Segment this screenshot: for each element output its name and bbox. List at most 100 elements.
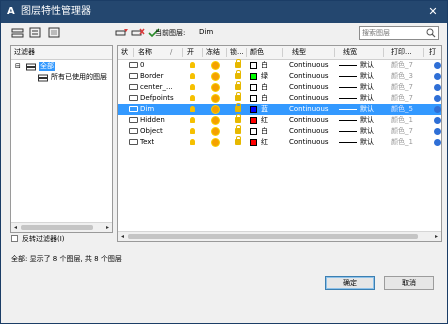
color-name[interactable]: 白: [261, 93, 268, 104]
lightbulb-icon[interactable]: [190, 62, 195, 68]
close-button[interactable]: ✕: [425, 4, 441, 20]
lineweight[interactable]: 默认: [360, 82, 374, 93]
lineweight[interactable]: 默认: [360, 137, 374, 148]
printer-icon[interactable]: [434, 62, 441, 69]
unlocked-icon[interactable]: [235, 59, 241, 68]
col-status[interactable]: 状: [121, 46, 128, 59]
unlocked-icon[interactable]: [235, 125, 241, 134]
color-swatch[interactable]: [250, 106, 257, 113]
plot-style[interactable]: 颜色_7: [391, 93, 413, 104]
printer-icon[interactable]: [434, 95, 441, 102]
layer-row[interactable]: 0 白 Continuous 默认 颜色_7: [118, 59, 441, 71]
tree-item-used-layers[interactable]: 所有已使用的图层: [51, 73, 107, 82]
printer-icon[interactable]: [434, 106, 441, 113]
search-input[interactable]: [362, 28, 422, 38]
unlocked-icon[interactable]: [235, 70, 241, 79]
lightbulb-icon[interactable]: [190, 84, 195, 90]
color-swatch[interactable]: [250, 84, 257, 91]
scroll-thumb[interactable]: [21, 225, 93, 230]
color-name[interactable]: 红: [261, 115, 268, 126]
tree-horizontal-scrollbar[interactable]: ◂ ▸: [11, 222, 112, 232]
color-swatch[interactable]: [250, 95, 257, 102]
printer-icon[interactable]: [434, 73, 441, 80]
linetype[interactable]: Continuous: [289, 126, 329, 137]
layer-row[interactable]: Hidden 红 Continuous 默认 颜色_1: [118, 114, 441, 126]
color-name[interactable]: 红: [261, 137, 268, 148]
col-on[interactable]: 开: [187, 46, 194, 59]
lightbulb-icon[interactable]: [190, 106, 195, 112]
layer-name[interactable]: Object: [140, 126, 163, 137]
plot-style[interactable]: 颜色_5: [391, 104, 413, 115]
linetype[interactable]: Continuous: [289, 60, 329, 71]
layer-states-manager-icon[interactable]: [47, 27, 61, 39]
new-layer-icon[interactable]: [115, 27, 129, 39]
printer-icon[interactable]: [434, 128, 441, 135]
linetype[interactable]: Continuous: [289, 71, 329, 82]
lightbulb-icon[interactable]: [190, 95, 195, 101]
color-swatch[interactable]: [250, 139, 257, 146]
plot-style[interactable]: 颜色_7: [391, 82, 413, 93]
lineweight[interactable]: 默认: [360, 115, 374, 126]
new-group-filter-icon[interactable]: [29, 27, 43, 39]
sun-icon[interactable]: [212, 84, 219, 91]
color-name[interactable]: 绿: [261, 71, 268, 82]
linetype[interactable]: Continuous: [289, 82, 329, 93]
lineweight[interactable]: 默认: [360, 60, 374, 71]
sun-icon[interactable]: [212, 73, 219, 80]
col-freeze[interactable]: 冻结: [206, 46, 220, 59]
layer-name[interactable]: Dim: [140, 104, 154, 115]
layer-row[interactable]: Object 白 Continuous 默认 颜色_7: [118, 125, 441, 137]
lineweight[interactable]: 默认: [360, 71, 374, 82]
plot-style[interactable]: 颜色_1: [391, 115, 413, 126]
grid-horizontal-scrollbar[interactable]: ◂ ▸: [118, 231, 441, 241]
printer-icon[interactable]: [434, 139, 441, 146]
linetype[interactable]: Continuous: [289, 104, 329, 115]
layer-name[interactable]: Hidden: [140, 115, 165, 126]
col-lock[interactable]: 锁...: [230, 46, 244, 59]
col-plot-style[interactable]: 打印...: [391, 46, 412, 59]
sun-icon[interactable]: [212, 62, 219, 69]
unlocked-icon[interactable]: [235, 114, 241, 123]
layer-row[interactable]: Defpoints 白 Continuous 默认 颜色_7: [118, 92, 441, 104]
col-color[interactable]: 颜色: [250, 46, 264, 59]
color-swatch[interactable]: [250, 128, 257, 135]
layer-name[interactable]: Border: [140, 71, 163, 82]
plot-style[interactable]: 颜色_7: [391, 60, 413, 71]
plot-style[interactable]: 颜色_7: [391, 126, 413, 137]
delete-layer-icon[interactable]: [131, 27, 145, 39]
plot-style[interactable]: 颜色_1: [391, 137, 413, 148]
printer-icon[interactable]: [434, 84, 441, 91]
tree-expander-icon[interactable]: ⊟: [15, 62, 21, 71]
unlocked-icon[interactable]: [235, 81, 241, 90]
lineweight[interactable]: 默认: [360, 93, 374, 104]
scroll-right-icon[interactable]: ▸: [432, 232, 441, 241]
lineweight[interactable]: 默认: [360, 104, 374, 115]
layer-row[interactable]: Border 绿 Continuous 默认 颜色_3: [118, 70, 441, 82]
col-lineweight[interactable]: 线宽: [343, 46, 357, 59]
color-name[interactable]: 蓝: [261, 104, 268, 115]
col-plot[interactable]: 打: [429, 46, 436, 59]
new-property-filter-icon[interactable]: [11, 27, 25, 39]
color-swatch[interactable]: [250, 62, 257, 69]
scroll-thumb[interactable]: [128, 234, 418, 239]
lightbulb-icon[interactable]: [190, 139, 195, 145]
sun-icon[interactable]: [212, 106, 219, 113]
color-swatch[interactable]: [250, 117, 257, 124]
color-name[interactable]: 白: [261, 82, 268, 93]
color-swatch[interactable]: [250, 73, 257, 80]
layer-name[interactable]: Text: [140, 137, 154, 148]
filter-tree-panel[interactable]: 过滤器 ⊟ 全部 所有已使用的图层 ◂ ▸: [10, 45, 113, 233]
col-name[interactable]: 名称: [138, 46, 152, 59]
plot-style[interactable]: 颜色_3: [391, 71, 413, 82]
title-bar[interactable]: A 图层特性管理器 ✕: [1, 1, 447, 23]
layer-name[interactable]: Defpoints: [140, 93, 174, 104]
search-icon[interactable]: [426, 28, 436, 38]
lightbulb-icon[interactable]: [190, 73, 195, 79]
unlocked-icon[interactable]: [235, 92, 241, 101]
printer-icon[interactable]: [434, 117, 441, 124]
layer-row[interactable]: Text 红 Continuous 默认 颜色_1: [118, 136, 441, 148]
lineweight[interactable]: 默认: [360, 126, 374, 137]
layer-grid[interactable]: 状 名称 / 开 冻结 锁... 颜色 线型 线宽 打印... 打 0 白 Cont…: [117, 45, 442, 242]
sun-icon[interactable]: [212, 117, 219, 124]
color-name[interactable]: 白: [261, 126, 268, 137]
